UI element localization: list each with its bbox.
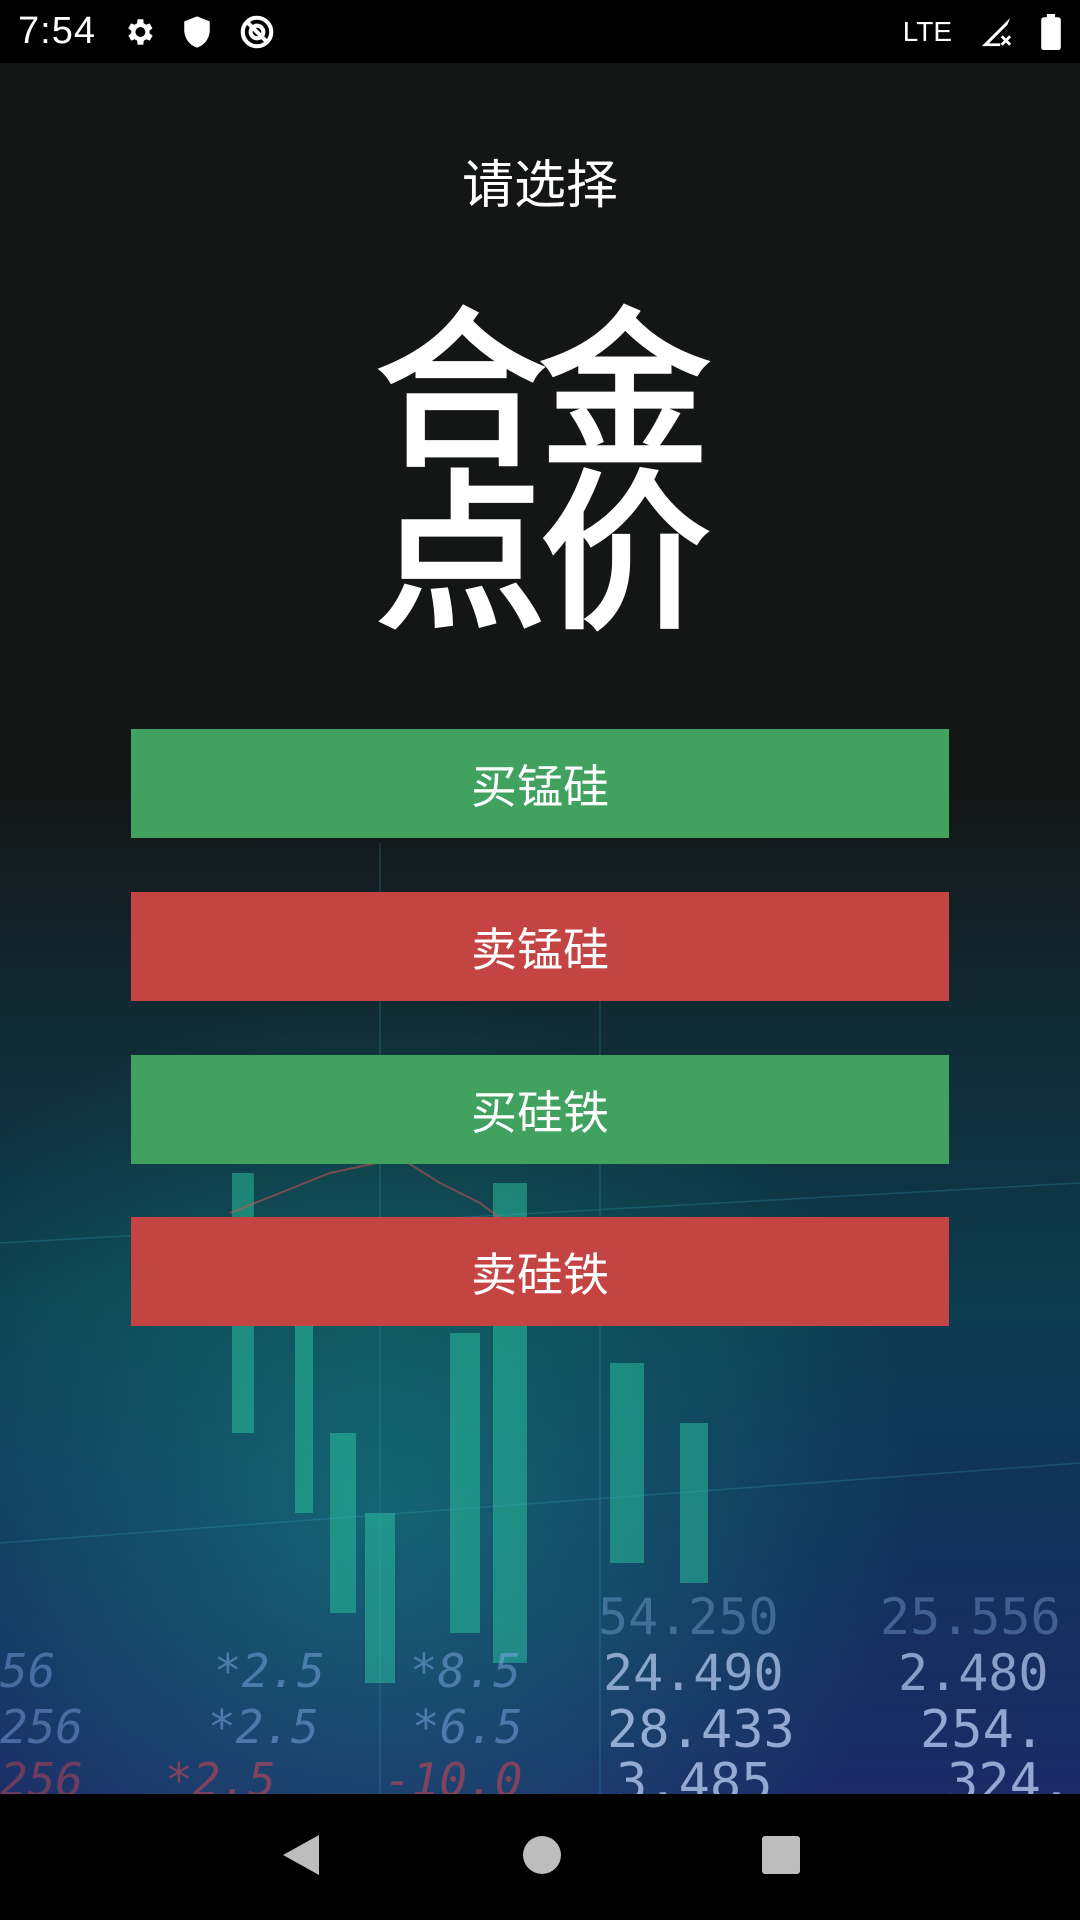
bg-number: 56: [0, 1644, 56, 1698]
logo-line-1: 合金: [375, 294, 710, 492]
status-left: 7:54: [18, 10, 276, 53]
battery-icon: [1040, 13, 1062, 50]
bg-number: *8.5: [410, 1644, 521, 1698]
sell-fe-si-button[interactable]: 卖硅铁: [131, 1217, 949, 1326]
logo-line-2: 点价: [375, 456, 710, 654]
bg-number: 28.433: [607, 1700, 795, 1760]
bg-number: 324.: [947, 1753, 1073, 1794]
app-screen: 54.250 25.556 24.490 2.480 28.433 254. 3…: [0, 63, 1080, 1794]
bg-number: -10.0: [384, 1753, 523, 1794]
home-icon[interactable]: [522, 1835, 562, 1879]
sell-mn-si-button[interactable]: 卖锰硅: [131, 892, 949, 1001]
page-title: 请选择: [461, 156, 618, 216]
status-time: 7:54: [18, 10, 96, 52]
buy-mn-si-button[interactable]: 买锰硅: [131, 729, 949, 838]
bg-number: 256: [0, 1753, 84, 1794]
network-type: LTE: [902, 15, 952, 47]
bg-number: *2.5: [165, 1753, 276, 1794]
status-right: LTE: [902, 13, 1062, 50]
bg-number: 256: [0, 1700, 84, 1754]
back-icon[interactable]: [279, 1831, 323, 1883]
bg-number: *2.5: [208, 1700, 319, 1754]
bg-number: 3.485: [616, 1753, 773, 1794]
gear-icon: [122, 15, 156, 49]
data-saver-icon: [238, 13, 276, 51]
bg-number: 25.556: [880, 1588, 1061, 1646]
app-logo: 合金 点价: [0, 294, 1080, 654]
bg-number: 2.480: [898, 1644, 1049, 1702]
buy-fe-si-button[interactable]: 买硅铁: [131, 1055, 949, 1164]
signal-icon: [978, 15, 1014, 49]
bg-number: *2.5: [214, 1644, 325, 1698]
navigation-bar: [0, 1794, 1080, 1920]
shield-icon: [182, 15, 212, 49]
bg-number: 254.: [920, 1700, 1046, 1760]
status-bar: 7:54 LTE: [0, 0, 1080, 63]
bg-number: 54.250: [598, 1588, 779, 1646]
bg-number: 24.490: [603, 1644, 784, 1702]
recents-icon[interactable]: [761, 1835, 801, 1879]
bg-number: *6.5: [412, 1700, 523, 1754]
